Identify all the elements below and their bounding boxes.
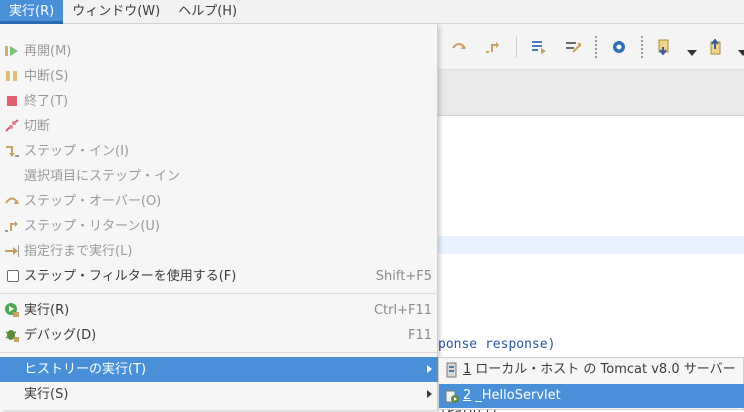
suspend-icon — [4, 68, 20, 84]
run-history-submenu: 1 ローカル・ホスト の Tomcat v8.0 サーバー 2 _HelloServ… — [438, 357, 744, 410]
step-return-icon — [4, 218, 20, 234]
menu-item-run-history[interactable]: ヒストリーの実行(T) — [0, 357, 438, 382]
submenu-arrow-icon — [427, 390, 432, 398]
menu-item-debug[interactable]: デバッグ(D) F11 — [0, 323, 438, 348]
menu-item-step-into[interactable]: ステップ・イン(I) — [0, 139, 438, 164]
menu-item-step-return[interactable]: ステップ・リターン(U) — [0, 214, 438, 239]
debug-icon — [4, 327, 20, 343]
resume-icon — [4, 43, 20, 59]
disconnect-icon — [4, 118, 20, 134]
menu-separator — [0, 293, 438, 294]
terminate-icon — [4, 93, 20, 109]
history-item-label: _HelloServlet — [475, 388, 561, 403]
toolbar-separator — [516, 36, 517, 58]
chevron-down-icon[interactable] — [738, 45, 744, 61]
menu-item-terminate[interactable]: 終了(T) — [0, 89, 438, 114]
run-icon — [4, 302, 20, 318]
chevron-down-icon[interactable] — [687, 45, 697, 61]
run-to-line-icon — [4, 243, 20, 259]
history-item-tomcat[interactable]: 1 ローカル・ホスト の Tomcat v8.0 サーバー — [439, 358, 744, 382]
gear-icon[interactable] — [610, 39, 628, 55]
main-toolbar — [438, 24, 744, 70]
menubar-window[interactable]: ウィンドウ(W) — [63, 0, 169, 24]
menu-item-step-over[interactable]: ステップ・オーバー(O) — [0, 189, 438, 214]
drop-to-frame-icon[interactable] — [530, 39, 548, 55]
current-line-highlight — [438, 236, 744, 254]
menu-item-resume[interactable]: 再開(M) — [0, 39, 438, 64]
menu-item-run[interactable]: 実行(R) Ctrl+F11 — [0, 298, 438, 323]
menu-item-suspend[interactable]: 中断(S) — [0, 64, 438, 89]
menu-item-disconnect[interactable]: 切断 — [0, 114, 438, 139]
step-over-icon — [4, 193, 20, 209]
step-into-icon — [4, 143, 20, 159]
menu-separator — [0, 352, 438, 353]
java-app-icon — [444, 388, 460, 404]
submenu-arrow-icon — [427, 365, 432, 373]
next-annotation-icon[interactable] — [656, 39, 674, 56]
step-return-icon[interactable] — [484, 39, 502, 55]
menu-item-run-to-line[interactable]: 指定行まで実行(L) — [0, 239, 438, 264]
editor-tab-strip — [438, 70, 744, 116]
use-step-filters-icon[interactable] — [564, 39, 582, 55]
toolbar-separator — [595, 36, 597, 58]
menu-bar: 実行(R) ウィンドウ(W) ヘルプ(H) — [0, 0, 744, 24]
step-filters-checkbox[interactable] — [7, 270, 19, 282]
menu-item-run-as[interactable]: 実行(S) — [0, 382, 438, 407]
step-over-icon[interactable] — [450, 39, 468, 55]
history-item-label: ローカル・ホスト の Tomcat v8.0 サーバー — [475, 362, 736, 377]
server-icon — [444, 362, 460, 378]
run-menu: 再開(M) 中断(S) 終了(T) 切断 ステップ・イン(I) 選択項目にステッ… — [0, 24, 438, 410]
code-line: ponse response) — [438, 337, 556, 352]
history-item-helloservlet[interactable]: 2 _HelloServlet — [439, 384, 744, 408]
history-item-number: 2 — [463, 388, 472, 403]
menu-item-use-step-filters[interactable]: ステップ・フィルターを使用する(F) Shift+F5 — [0, 264, 438, 289]
menubar-run[interactable]: 実行(R) — [0, 0, 64, 24]
toolbar-separator — [641, 36, 643, 58]
history-item-number: 1 — [463, 362, 472, 377]
menu-item-step-into-selection[interactable]: 選択項目にステップ・イン — [0, 164, 438, 189]
previous-annotation-icon[interactable] — [708, 38, 726, 55]
menubar-help[interactable]: ヘルプ(H) — [169, 0, 246, 24]
